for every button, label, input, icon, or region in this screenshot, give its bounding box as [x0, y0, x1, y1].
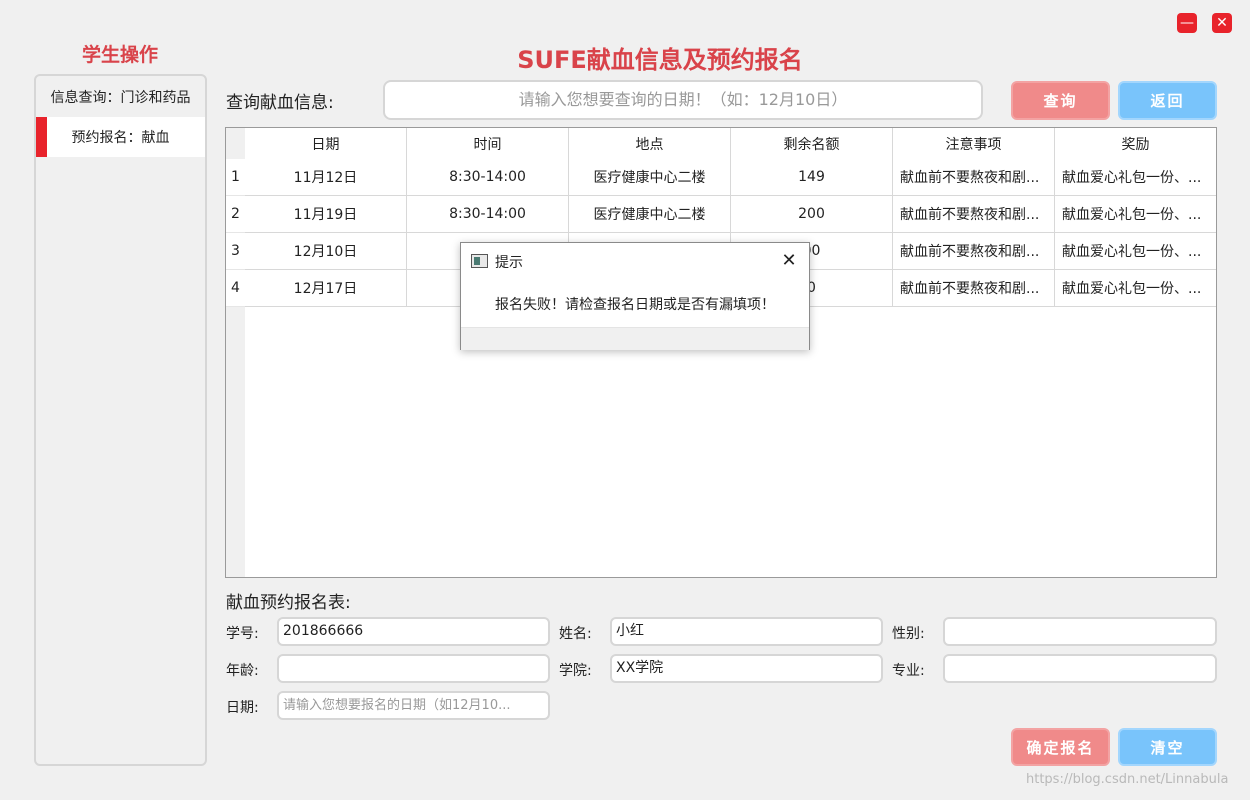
gender-field[interactable] — [943, 617, 1217, 646]
donation-table[interactable]: 日期 时间 地点 剩余名额 注意事项 奖励 1 11月12日 8:30-14:0… — [225, 127, 1217, 578]
sidebar-item-info-query[interactable]: 信息查询：门诊和药品 — [36, 77, 205, 117]
college-label: 学院: — [559, 663, 592, 679]
table-cell[interactable]: 献血前不要熬夜和剧... — [893, 233, 1055, 270]
table-cell[interactable]: 献血前不要熬夜和剧... — [893, 159, 1055, 196]
page-title: SUFE献血信息及预约报名 — [517, 46, 803, 74]
sidebar-item-blood-donation[interactable]: 预约报名：献血 — [36, 117, 205, 157]
query-label: 查询献血信息: — [226, 93, 334, 113]
dialog-message: 报名失败！请检查报名日期或是否有漏填项！ — [495, 297, 775, 313]
college-field[interactable]: XX学院 — [610, 654, 883, 683]
column-header-reward[interactable]: 奖励 — [1055, 128, 1216, 159]
minimize-icon: — — [1180, 15, 1194, 31]
table-cell[interactable]: 12月17日 — [245, 270, 407, 307]
name-label: 姓名: — [559, 626, 592, 642]
sidebar: 信息查询：门诊和药品 预约报名：献血 — [34, 74, 207, 766]
table-cell[interactable]: 献血爱心礼包一份、... — [1055, 233, 1216, 270]
dialog-close-button[interactable]: ✕ — [777, 248, 801, 272]
table-cell[interactable]: 12月10日 — [245, 233, 407, 270]
clear-button-label: 清空 — [1150, 738, 1185, 757]
table-cell[interactable]: 献血前不要熬夜和剧... — [893, 196, 1055, 233]
close-icon: ✕ — [781, 249, 797, 271]
close-icon: ✕ — [1216, 15, 1228, 31]
table-cell[interactable]: 医疗健康中心二楼 — [569, 159, 731, 196]
clear-button[interactable]: 清空 — [1118, 728, 1217, 766]
sidebar-title: 学生操作 — [81, 44, 158, 66]
query-date-input[interactable]: 请输入您想要查询的日期！（如：12月10日） — [383, 80, 983, 120]
submit-signup-label: 确定报名 — [1026, 738, 1095, 757]
table-cell[interactable]: 献血爱心礼包一份、... — [1055, 196, 1216, 233]
signup-date-field[interactable]: 请输入您想要报名的日期（如12月10... — [277, 691, 550, 720]
form-title: 献血预约报名表: — [226, 593, 351, 613]
table-cell[interactable]: 献血爱心礼包一份、... — [1055, 159, 1216, 196]
date-label: 日期: — [226, 700, 259, 716]
table-cell[interactable]: 8:30-14:00 — [407, 159, 569, 196]
table-cell[interactable]: 149 — [731, 159, 893, 196]
column-header-notes[interactable]: 注意事项 — [893, 128, 1055, 159]
dialog-footer — [461, 327, 809, 350]
back-button[interactable]: 返回 — [1118, 81, 1217, 120]
age-label: 年龄: — [226, 663, 259, 679]
table-cell[interactable]: 医疗健康中心二楼 — [569, 196, 731, 233]
sidebar-item-label: 预约报名：献血 — [71, 130, 170, 146]
column-header-location[interactable]: 地点 — [569, 128, 731, 159]
age-field[interactable] — [277, 654, 550, 683]
gender-label: 性别: — [892, 626, 925, 642]
table-cell[interactable]: 8:30-14:00 — [407, 196, 569, 233]
major-label: 专业: — [892, 663, 925, 679]
back-button-label: 返回 — [1150, 92, 1185, 110]
row-index[interactable]: 2 — [226, 196, 245, 233]
row-index[interactable]: 3 — [226, 233, 245, 270]
window-app-icon — [471, 254, 488, 268]
table-cell[interactable]: 献血爱心礼包一份、... — [1055, 270, 1216, 307]
minimize-button[interactable]: — — [1177, 13, 1197, 33]
table-cell[interactable]: 11月12日 — [245, 159, 407, 196]
window-close-button[interactable]: ✕ — [1212, 13, 1232, 33]
alert-dialog: 提示 ✕ 报名失败！请检查报名日期或是否有漏填项！ — [460, 242, 810, 350]
row-index[interactable]: 4 — [226, 270, 245, 307]
dialog-title: 提示 — [495, 255, 523, 271]
column-header-date[interactable]: 日期 — [245, 128, 407, 159]
query-button[interactable]: 查询 — [1011, 81, 1110, 120]
column-header-time[interactable]: 时间 — [407, 128, 569, 159]
student-id-field[interactable]: 201866666 — [277, 617, 550, 646]
name-field[interactable]: 小红 — [610, 617, 883, 646]
column-header-remaining[interactable]: 剩余名额 — [731, 128, 893, 159]
table-cell[interactable]: 献血前不要熬夜和剧... — [893, 270, 1055, 307]
submit-signup-button[interactable]: 确定报名 — [1011, 728, 1110, 766]
sidebar-item-label: 信息查询：门诊和药品 — [50, 90, 191, 106]
watermark: https://blog.csdn.net/Linnabula — [1026, 772, 1229, 787]
row-index[interactable]: 1 — [226, 159, 245, 196]
table-cell[interactable]: 200 — [731, 196, 893, 233]
table-cell[interactable]: 11月19日 — [245, 196, 407, 233]
student-id-label: 学号: — [226, 626, 259, 642]
major-field[interactable] — [943, 654, 1217, 683]
query-button-label: 查询 — [1043, 92, 1078, 110]
